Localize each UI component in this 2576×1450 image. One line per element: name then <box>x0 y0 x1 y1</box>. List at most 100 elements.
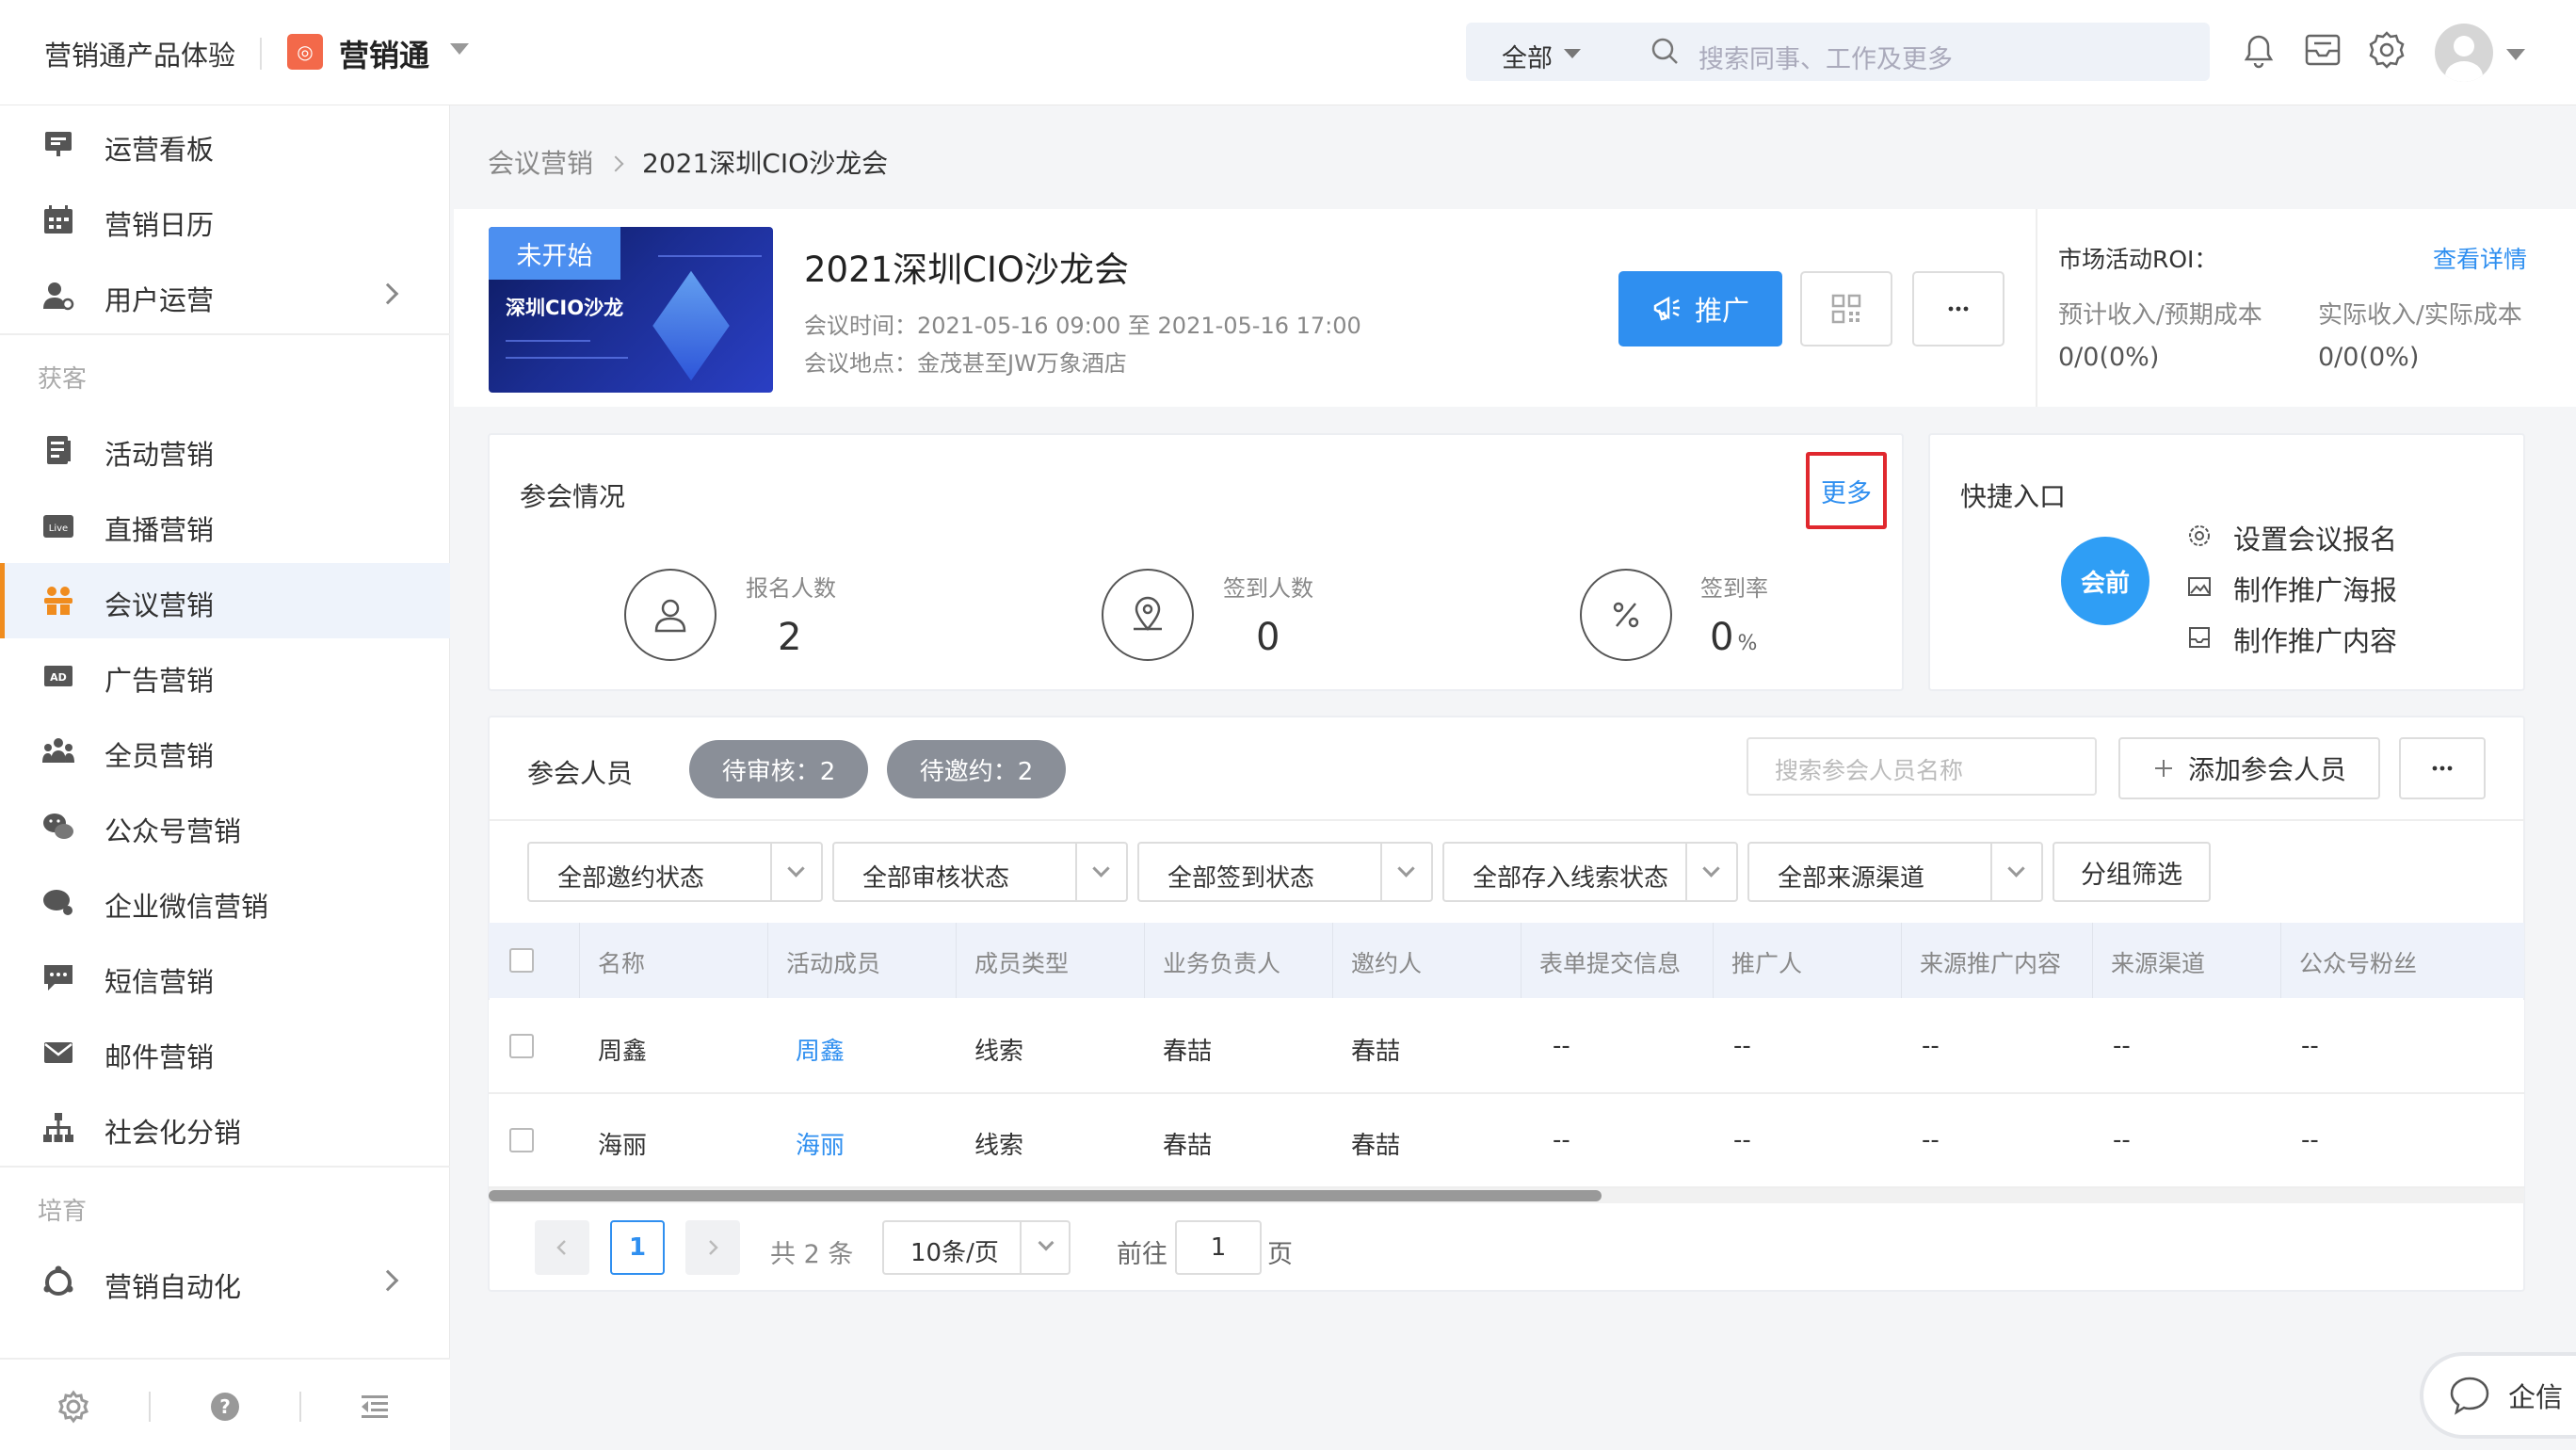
chevron-down-icon <box>2007 860 2025 878</box>
next-page-button[interactable] <box>685 1220 740 1275</box>
sidebar-item-team[interactable]: 全员营销 <box>0 714 450 789</box>
settings-icon[interactable] <box>56 1390 90 1424</box>
filter-invite-status[interactable]: 全部邀约状态 <box>527 842 823 902</box>
chevron-right-icon <box>607 155 624 172</box>
select-all-checkbox[interactable] <box>509 948 534 973</box>
add-participant-label: 添加参会人员 <box>2187 754 2346 785</box>
sidebar-item-calendar[interactable]: 营销日历 <box>0 183 450 258</box>
sidebar-item-dashboard[interactable]: 运营看板 <box>0 107 450 183</box>
qixin-label: 企信 <box>2508 1381 2564 1413</box>
cell-source-channel: -- <box>2113 1126 2131 1154</box>
prev-page-button[interactable] <box>535 1220 589 1275</box>
scrollbar-thumb[interactable] <box>489 1190 1602 1201</box>
filter-lead-status[interactable]: 全部存入线索状态 <box>1442 842 1738 902</box>
column-header[interactable]: 来源推广内容 <box>1920 945 2061 979</box>
sidebar-item-wecom[interactable]: 企业微信营销 <box>0 864 450 940</box>
filter-review-status[interactable]: 全部审核状态 <box>832 842 1128 902</box>
inbox-icon[interactable] <box>2301 28 2344 72</box>
filter-checkin-status[interactable]: 全部签到状态 <box>1137 842 1433 902</box>
avatar[interactable] <box>2435 24 2493 82</box>
poster-cube-graphic <box>652 270 730 381</box>
column-divider <box>2092 923 2093 998</box>
sidebar-item-user-ops[interactable]: 用户运营 <box>0 258 450 333</box>
help-icon[interactable]: ? <box>208 1390 242 1424</box>
event-title: 2021深圳CIO沙龙会 <box>804 250 1130 290</box>
filter-source-channel[interactable]: 全部来源渠道 <box>1747 842 2043 902</box>
filter-label: 全部审核状态 <box>862 864 1010 893</box>
column-header[interactable]: 活动成员 <box>786 945 880 979</box>
bell-icon[interactable] <box>2237 28 2280 72</box>
cell-member-link[interactable]: 海丽 <box>796 1126 845 1161</box>
global-search[interactable]: 全部 搜索同事、工作及更多 <box>1466 23 2210 81</box>
page-number-current[interactable]: 1 <box>610 1220 665 1275</box>
qrcode-button[interactable] <box>1800 271 1892 346</box>
group-filter-button[interactable]: 分组筛选 <box>2053 842 2211 902</box>
event-poster[interactable]: 未开始 深圳CIO沙龙 <box>489 227 773 393</box>
sidebar-item-wechat[interactable]: 公众号营销 <box>0 789 450 864</box>
stage-badge[interactable]: 会前 <box>2061 537 2149 625</box>
column-divider <box>956 923 957 998</box>
collapse-menu-icon[interactable] <box>358 1390 392 1424</box>
page-size-select[interactable]: 10条/页 <box>882 1220 1071 1275</box>
column-header[interactable]: 邀约人 <box>1351 945 1422 979</box>
column-header[interactable]: 表单提交信息 <box>1539 945 1681 979</box>
column-divider <box>1713 923 1714 998</box>
promote-button[interactable]: 推广 <box>1618 271 1782 346</box>
breadcrumb-parent[interactable]: 会议营销 <box>488 148 593 179</box>
cell-wechat-fan: -- <box>2301 1126 2319 1154</box>
participant-search-input[interactable]: 搜索参会人员名称 <box>1747 737 2097 796</box>
sidebar-item-distribution[interactable]: 社会化分销 <box>0 1090 450 1166</box>
sidebar-item-automation[interactable]: 营销自动化 <box>0 1245 450 1320</box>
sidebar-item-sms[interactable]: 短信营销 <box>0 940 450 1015</box>
sidebar-item-activity[interactable]: 活动营销 <box>0 412 450 488</box>
column-header[interactable]: 成员类型 <box>974 945 1069 979</box>
caret-down-icon[interactable] <box>450 43 469 55</box>
brand-name[interactable]: 营销通产品体验 <box>44 34 235 73</box>
column-header[interactable]: 公众号粉丝 <box>2299 945 2417 979</box>
table-row[interactable]: 海丽 海丽 线索 春喆 春喆 -- -- -- -- -- <box>489 1094 2524 1188</box>
table-row[interactable]: 周鑫 周鑫 线索 春喆 春喆 -- -- -- -- -- <box>489 1000 2524 1094</box>
app-switcher[interactable]: 营销通 <box>339 32 429 75</box>
more-link[interactable]: 更多 <box>1806 452 1887 529</box>
row-checkbox[interactable] <box>509 1034 534 1058</box>
settings-icon <box>2189 525 2210 546</box>
quick-entry-setup-registration[interactable]: 设置会议报名 <box>2233 518 2397 557</box>
sidebar-item-label: 企业微信营销 <box>105 891 269 923</box>
mail-icon <box>44 1042 72 1063</box>
caret-down-icon[interactable] <box>1564 49 1581 58</box>
sidebar-item-mail[interactable]: 邮件营销 <box>0 1015 450 1090</box>
sidebar-item-label: 用户运营 <box>105 284 215 316</box>
quick-entry-make-content[interactable]: 制作推广内容 <box>2233 620 2397 659</box>
horizontal-scrollbar[interactable] <box>489 1188 2524 1203</box>
goto-page-input[interactable]: 1 <box>1175 1220 1262 1275</box>
stat-number: 0 <box>1256 616 1280 659</box>
add-participant-button[interactable]: 添加参会人员 <box>2118 737 2380 799</box>
cell-member-link[interactable]: 周鑫 <box>796 1032 845 1067</box>
roi-title: 市场活动ROI： <box>2058 246 2218 273</box>
qixin-chat-button[interactable]: 企信 <box>2420 1352 2576 1439</box>
column-header[interactable]: 业务负责人 <box>1163 945 1280 979</box>
more-actions-button[interactable] <box>1912 271 2004 346</box>
participants-more-button[interactable] <box>2399 737 2486 799</box>
column-header[interactable]: 推广人 <box>1731 945 1802 979</box>
sidebar-item-live[interactable]: Live 直播营销 <box>0 488 450 563</box>
quick-entry-make-poster[interactable]: 制作推广海报 <box>2233 569 2397 608</box>
sidebar-item-ad[interactable]: AD 广告营销 <box>0 638 450 714</box>
app-logo-icon: ◎ <box>287 34 323 70</box>
sidebar-item-label: 公众号营销 <box>105 815 242 847</box>
search-input[interactable]: 搜索同事、工作及更多 <box>1699 39 1953 75</box>
cell-form-info: -- <box>1553 1032 1570 1060</box>
caret-down-icon[interactable] <box>2506 49 2525 60</box>
search-scope-select[interactable]: 全部 <box>1502 38 1553 74</box>
column-header[interactable]: 来源渠道 <box>2111 945 2205 979</box>
gear-icon[interactable] <box>2365 28 2408 72</box>
column-header[interactable]: 名称 <box>598 945 645 979</box>
sidebar-item-meeting[interactable]: 会议营销 <box>0 563 450 638</box>
roi-detail-link[interactable]: 查看详情 <box>2433 241 2527 275</box>
pending-invite-tag[interactable]: 待邀约：2 <box>887 740 1066 798</box>
pending-review-tag[interactable]: 待审核：2 <box>689 740 868 798</box>
ellipsis-icon <box>1948 306 1969 312</box>
nav-group-acquire: 获客 <box>38 365 88 394</box>
row-checkbox[interactable] <box>509 1128 534 1152</box>
chevron-down-icon <box>1397 860 1415 878</box>
